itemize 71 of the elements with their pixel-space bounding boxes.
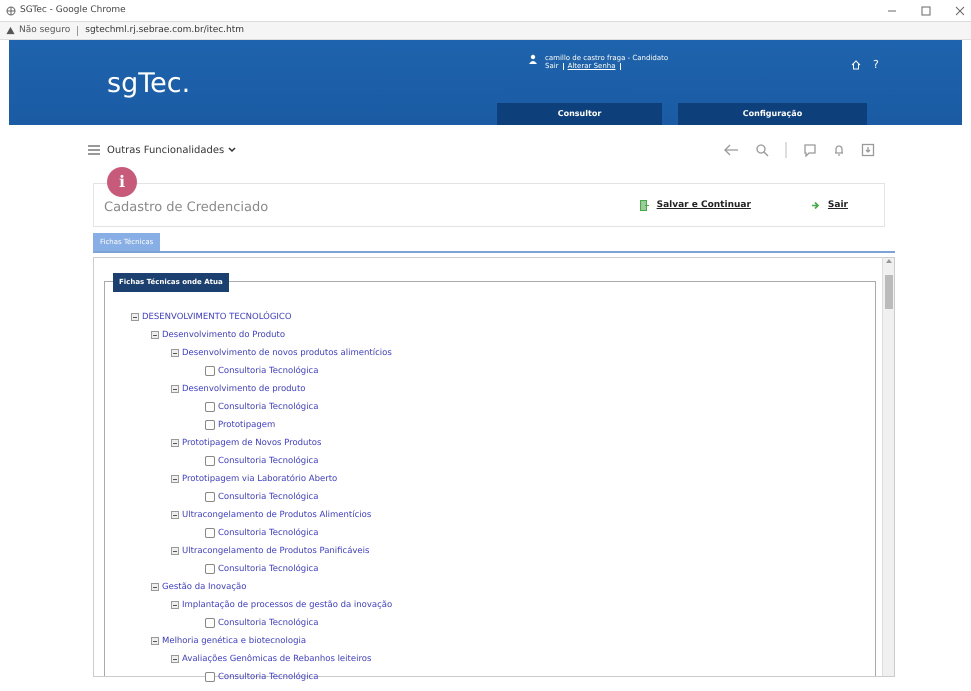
form-title: Cadastro de Credenciado — [104, 199, 268, 217]
collapse-toggle[interactable] — [131, 313, 139, 321]
checkbox[interactable] — [205, 420, 215, 430]
menu-dropdown[interactable]: Outras Funcionalidades — [101, 142, 242, 158]
collapse-toggle[interactable] — [171, 439, 179, 447]
bell-icon[interactable] — [833, 143, 845, 157]
menu-icon[interactable] — [87, 144, 101, 156]
close-icon[interactable] — [955, 6, 965, 16]
tree-item[interactable]: Desenvolvimento de novos produtos alimentícios — [182, 346, 392, 360]
checkbox-label[interactable]: Consultoria Tecnológica — [218, 616, 318, 630]
checkbox[interactable] — [205, 618, 215, 628]
collapse-toggle[interactable] — [171, 511, 179, 519]
collapse-toggle[interactable] — [151, 331, 159, 339]
warning-icon — [6, 26, 15, 35]
tree-item[interactable]: DESENVOLVIMENTO TECNOLÓGICO — [142, 310, 292, 324]
search-icon[interactable] — [755, 143, 769, 157]
globe-icon — [6, 6, 16, 16]
tree-item[interactable]: Prototipagem de Novos Produtos — [182, 436, 322, 450]
collapse-toggle[interactable] — [171, 349, 179, 357]
checkbox-label[interactable]: Consultoria Tecnológica — [218, 400, 318, 414]
tree-item[interactable]: Ultracongelamento de Produtos Alimentícios — [182, 508, 372, 522]
tree-item[interactable]: Desenvolvimento de produto — [182, 382, 306, 396]
collapse-toggle[interactable] — [171, 385, 179, 393]
back-arrow-icon[interactable] — [723, 143, 739, 157]
collapse-toggle[interactable] — [171, 547, 179, 555]
checkbox-label[interactable]: Consultoria Tecnológica — [218, 562, 318, 576]
checkbox-label[interactable]: Prototipagem — [218, 418, 276, 432]
user-icon — [529, 54, 537, 64]
chevron-down-icon — [228, 147, 236, 153]
url-text[interactable]: sgtechml.rj.sebrae.com.br/itec.htm — [85, 24, 244, 38]
home-icon[interactable] — [851, 60, 861, 70]
chat-icon[interactable] — [803, 143, 817, 157]
collapse-toggle[interactable] — [151, 637, 159, 645]
checkbox[interactable] — [205, 672, 215, 682]
action-link[interactable]: Sair — [804, 198, 854, 214]
collapse-toggle[interactable] — [151, 583, 159, 591]
checkbox[interactable] — [205, 564, 215, 574]
nav-button[interactable]: Configuração — [678, 103, 867, 125]
scrollbar-thumb[interactable] — [884, 275, 892, 309]
tree-item[interactable]: Ultracongelamento de Produtos Panificáveis — [182, 544, 370, 558]
collapse-toggle[interactable] — [171, 601, 179, 609]
info-badge: i — [107, 167, 137, 197]
maximize-icon[interactable] — [921, 6, 931, 16]
download-icon[interactable] — [861, 143, 875, 157]
nav-button[interactable]: Consultor — [497, 103, 662, 125]
collapse-toggle[interactable] — [171, 475, 179, 483]
arrow-right-icon — [810, 201, 820, 210]
checkbox-label[interactable]: Consultoria Tecnológica — [218, 454, 318, 468]
window-title: SGTec - Google Chrome — [20, 4, 126, 17]
help-link[interactable]: ? — [873, 57, 879, 74]
checkbox-label[interactable]: Consultoria Tecnológica — [218, 490, 318, 504]
tree-item[interactable]: Gestão da Inovação — [162, 580, 246, 594]
tree-item[interactable]: Desenvolvimento do Produto — [162, 328, 286, 342]
checkbox-label[interactable]: Consultoria Tecnológica — [218, 670, 318, 684]
logo[interactable]: sgTec. — [107, 64, 190, 104]
tree-item[interactable]: Implantação de processos de gestão da inovação — [182, 598, 392, 612]
tree-item[interactable]: Melhoria genética e biotecnologia — [162, 634, 306, 648]
checkbox[interactable] — [205, 492, 215, 502]
tree-item[interactable]: Avaliações Genômicas de Rebanhos leiteiros — [182, 652, 372, 666]
checkbox-label[interactable]: Consultoria Tecnológica — [218, 526, 318, 540]
collapse-toggle[interactable] — [171, 655, 179, 663]
checkbox-label[interactable]: Consultoria Tecnológica — [218, 364, 318, 378]
checkbox[interactable] — [205, 366, 215, 376]
checkbox[interactable] — [205, 528, 215, 538]
action-link[interactable]: Salvar e Continuar — [634, 198, 757, 214]
checkbox[interactable] — [205, 456, 215, 466]
separator-icon — [785, 142, 787, 158]
scroll-up-icon[interactable] — [886, 258, 892, 263]
tree-item[interactable]: Prototipagem via Laboratório Aberto — [182, 472, 338, 486]
security-label: Não seguro — [19, 24, 70, 37]
checkbox[interactable] — [205, 402, 215, 412]
